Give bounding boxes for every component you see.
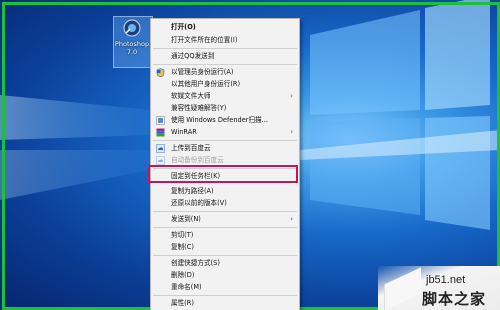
page-curl-icon bbox=[384, 267, 421, 310]
menu-item-label: 打开文件所在的位置(I) bbox=[171, 36, 238, 44]
wallpaper-pane bbox=[310, 10, 420, 115]
menu-separator bbox=[153, 140, 297, 141]
photoshop-icon bbox=[123, 19, 141, 37]
menu-item-label: 以其他用户身份运行(R) bbox=[171, 80, 241, 88]
menu-item-file-master[interactable]: 软媒文件大师 › bbox=[151, 91, 299, 102]
chevron-right-icon: › bbox=[290, 128, 293, 136]
wallpaper-beam bbox=[0, 95, 150, 140]
menu-separator bbox=[153, 64, 297, 65]
menu-item-label: 固定到任务栏(K) bbox=[171, 172, 221, 180]
menu-item-pin-taskbar[interactable]: 固定到任务栏(K) bbox=[151, 171, 299, 182]
menu-item-winrar[interactable]: WinRAR › bbox=[151, 127, 299, 138]
menu-item-copy-path[interactable]: 复制为路径(A) bbox=[151, 186, 299, 197]
menu-item-label: 剪切(T) bbox=[171, 231, 194, 239]
watermark: jb51.net 脚本之家 bbox=[378, 266, 500, 310]
desktop: Photoshop 7.0 打开(O) 打开文件所在的位置(I) 通过QQ发送到… bbox=[0, 0, 500, 310]
menu-item-label: 打开(O) bbox=[171, 23, 196, 31]
menu-separator bbox=[153, 295, 297, 296]
menu-item-label: 重命名(M) bbox=[171, 283, 202, 291]
wallpaper-pane bbox=[425, 116, 490, 230]
wallpaper-beam bbox=[300, 130, 500, 160]
menu-item-label: 软媒文件大师 bbox=[171, 92, 211, 100]
winrar-icon bbox=[156, 128, 165, 137]
menu-item-label: 复制(C) bbox=[171, 243, 194, 251]
defender-icon bbox=[156, 116, 165, 125]
menu-item-compat[interactable]: 兼容性疑难解答(Y) bbox=[151, 103, 299, 114]
chevron-right-icon: › bbox=[290, 92, 293, 100]
baidu-cloud-icon bbox=[156, 144, 165, 153]
menu-item-label: 还原以前的版本(V) bbox=[171, 199, 227, 207]
menu-item-upload-baidu[interactable]: 上传到百度云 bbox=[151, 143, 299, 154]
menu-item-label: 使用 Windows Defender扫描... bbox=[171, 116, 268, 124]
menu-item-delete[interactable]: 删除(D) bbox=[151, 270, 299, 281]
menu-item-run-as-other[interactable]: 以其他用户身份运行(R) bbox=[151, 79, 299, 90]
menu-item-properties[interactable]: 属性(R) bbox=[151, 298, 299, 309]
baidu-cloud-icon bbox=[156, 156, 165, 165]
menu-item-label: 删除(D) bbox=[171, 271, 195, 279]
menu-item-send-qq[interactable]: 通过QQ发送到 bbox=[151, 51, 299, 62]
menu-item-create-shortcut[interactable]: 创建快捷方式(S) bbox=[151, 258, 299, 269]
menu-item-restore-versions[interactable]: 还原以前的版本(V) bbox=[151, 198, 299, 209]
menu-item-label: 创建快捷方式(S) bbox=[171, 259, 220, 267]
menu-item-auto-backup-baidu[interactable]: 自动备份到百度云 bbox=[151, 155, 299, 166]
menu-item-label: WinRAR bbox=[171, 128, 197, 136]
menu-item-label: 复制为路径(A) bbox=[171, 187, 214, 195]
watermark-name: 脚本之家 bbox=[422, 291, 487, 308]
menu-separator bbox=[153, 255, 297, 256]
menu-separator bbox=[153, 227, 297, 228]
menu-separator bbox=[153, 48, 297, 49]
menu-item-send-to[interactable]: 发送到(N) › bbox=[151, 214, 299, 225]
menu-item-label: 以管理员身份运行(A) bbox=[171, 68, 234, 76]
chevron-right-icon: › bbox=[290, 215, 293, 223]
menu-item-defender[interactable]: 使用 Windows Defender扫描... bbox=[151, 115, 299, 126]
menu-item-label: 属性(R) bbox=[171, 299, 194, 307]
shield-icon bbox=[156, 68, 165, 78]
menu-item-label: 自动备份到百度云 bbox=[171, 156, 224, 164]
desktop-icon-photoshop[interactable]: Photoshop 7.0 bbox=[113, 16, 153, 68]
menu-item-cut[interactable]: 剪切(T) bbox=[151, 230, 299, 241]
wallpaper-pane bbox=[310, 118, 420, 215]
menu-item-label: 上传到百度云 bbox=[171, 144, 211, 152]
wallpaper-pane bbox=[425, 0, 490, 110]
menu-item-label: 发送到(N) bbox=[171, 215, 201, 223]
menu-item-open-location[interactable]: 打开文件所在的位置(I) bbox=[151, 35, 299, 46]
desktop-icon-label: Photoshop 7.0 bbox=[114, 40, 150, 56]
menu-item-run-as-admin[interactable]: 以管理员身份运行(A) bbox=[151, 67, 299, 78]
menu-item-rename[interactable]: 重命名(M) bbox=[151, 282, 299, 293]
menu-item-copy[interactable]: 复制(C) bbox=[151, 242, 299, 253]
menu-separator bbox=[153, 211, 297, 212]
menu-item-label: 通过QQ发送到 bbox=[171, 52, 215, 60]
menu-item-open[interactable]: 打开(O) bbox=[151, 22, 299, 33]
context-menu: 打开(O) 打开文件所在的位置(I) 通过QQ发送到 以管理员身份运行(A) 以… bbox=[150, 18, 300, 310]
watermark-site: jb51.net bbox=[426, 274, 466, 286]
menu-separator bbox=[153, 168, 297, 169]
wallpaper-beam bbox=[0, 150, 150, 200]
menu-item-label: 兼容性疑难解答(Y) bbox=[171, 104, 227, 112]
